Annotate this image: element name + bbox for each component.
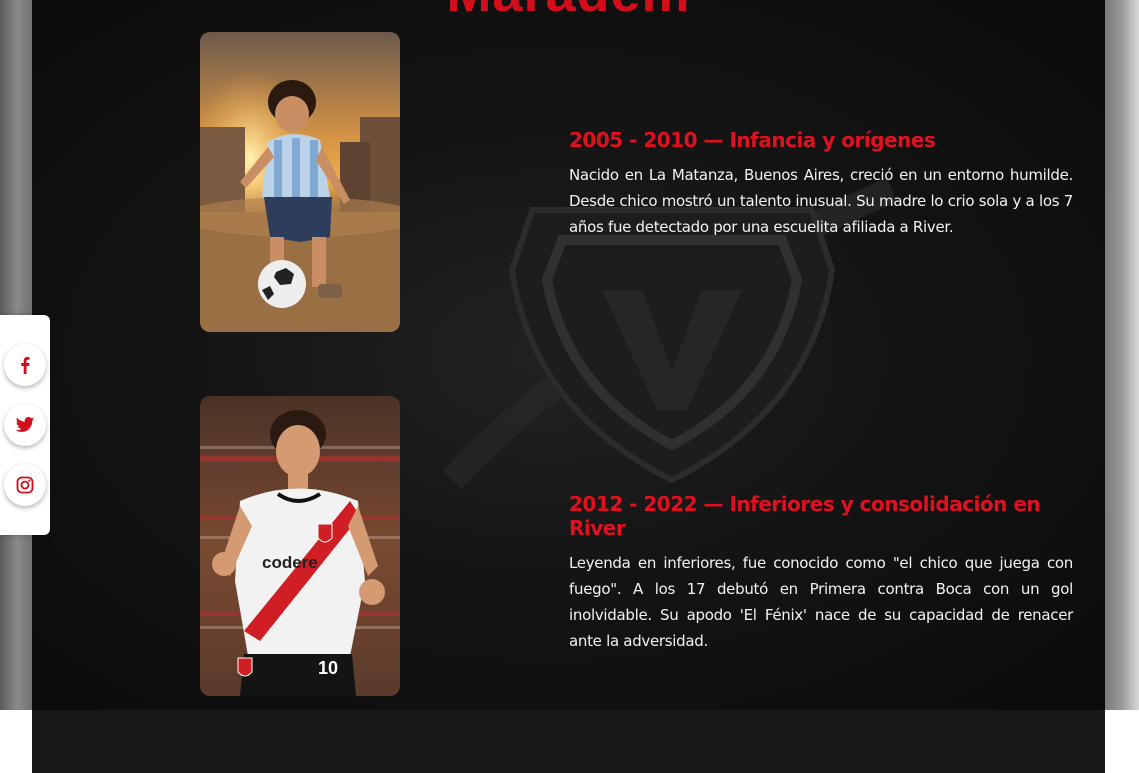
- jersey-number-text: 10: [318, 658, 338, 678]
- footer: [32, 710, 1105, 773]
- facebook-icon: [21, 357, 30, 374]
- instagram-icon: [16, 476, 34, 494]
- river-player-photo: codere 10: [200, 396, 400, 696]
- timeline-heading: 2005 - 2010 — Infancia y orígenes: [569, 128, 936, 152]
- childhood-photo: [200, 32, 400, 332]
- timeline-heading: 2012 - 2022 — Inferiores y consolidación…: [569, 492, 1041, 540]
- twitter-button[interactable]: [4, 404, 46, 446]
- social-sidebar: [0, 315, 50, 535]
- timeline-text: Leyenda en inferiores, fue conocido como…: [569, 554, 1073, 650]
- facebook-button[interactable]: [4, 344, 46, 386]
- instagram-button[interactable]: [4, 464, 46, 506]
- jersey-brand-text: codere: [262, 553, 318, 572]
- twitter-icon: [15, 417, 35, 432]
- history-section: Maradem: [32, 0, 1105, 710]
- timeline-entry: 2012 - 2022 — Inferiores y consolidación…: [569, 492, 1073, 654]
- timeline-text: Nacido en La Matanza, Buenos Aires, crec…: [569, 166, 1073, 236]
- timeline-entry: 2005 - 2010 — Infancia y orígenes Nacido…: [569, 128, 1073, 240]
- page-title: Maradem: [32, 0, 1105, 24]
